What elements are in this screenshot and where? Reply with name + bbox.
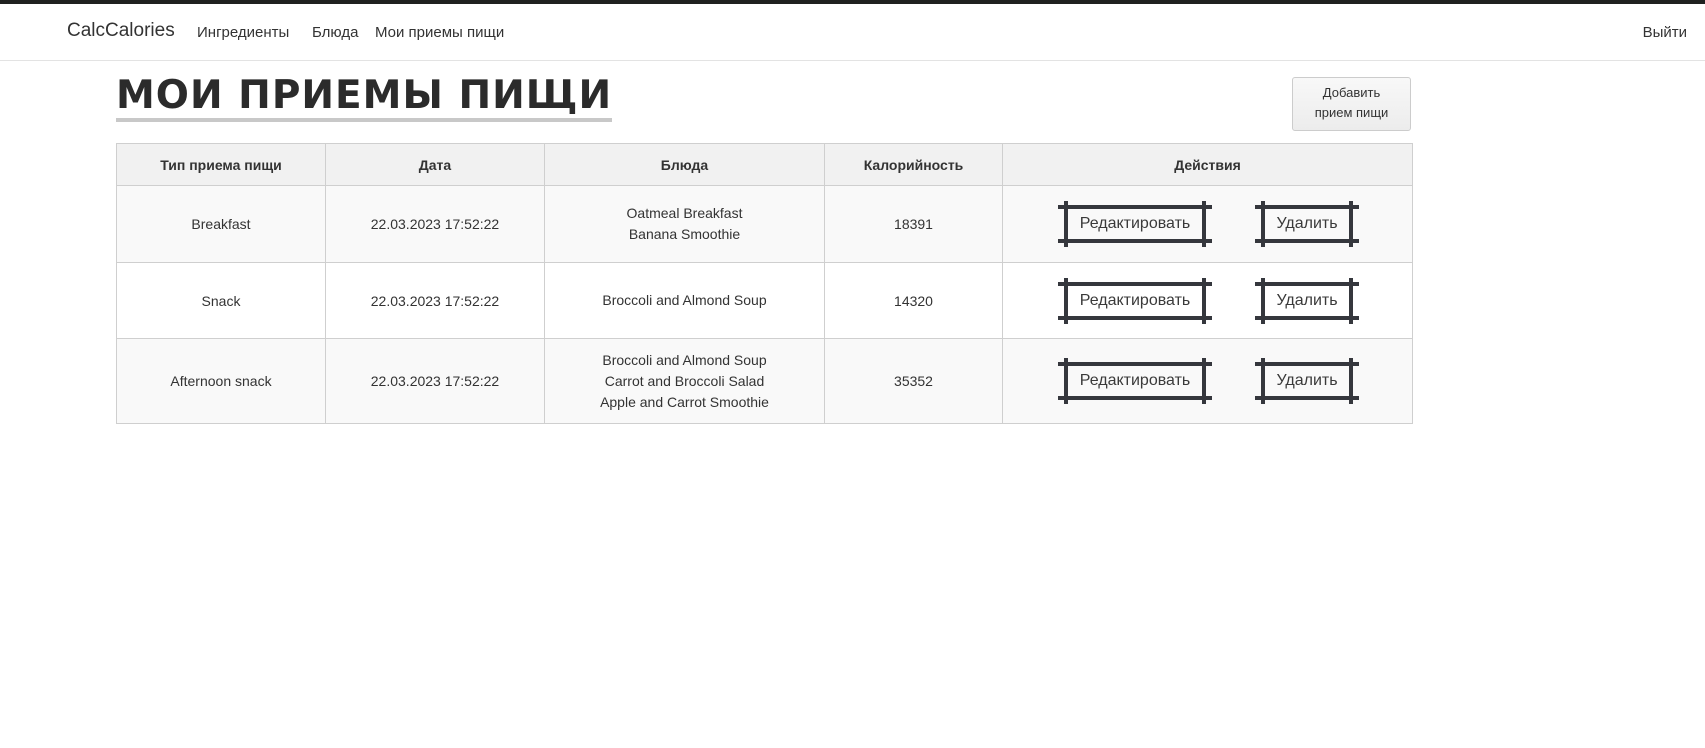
- cell-calories: 14320: [824, 262, 1003, 339]
- meals-table: Тип приема пищи Дата Блюда Калорийность …: [116, 143, 1413, 424]
- edit-button[interactable]: Редактировать: [1058, 358, 1212, 404]
- nav-link-my-meals[interactable]: Мои приемы пищи: [375, 24, 504, 41]
- cell-actions: Редактировать Удалить: [1002, 262, 1413, 339]
- header-actions: Действия: [1002, 143, 1413, 186]
- add-meal-button[interactable]: Добавить прием пищи: [1292, 77, 1411, 131]
- cell-calories: 35352: [824, 338, 1003, 424]
- dish-item: Apple and Carrot Smoothie: [600, 393, 769, 410]
- table-row: Afternoon snack 22.03.2023 17:52:22 Broc…: [116, 338, 1413, 424]
- add-meal-button-label-line1: Добавить: [1322, 85, 1381, 100]
- header-dishes: Блюда: [544, 143, 825, 186]
- table-row: Snack 22.03.2023 17:52:22 Broccoli and A…: [116, 262, 1413, 339]
- delete-button[interactable]: Удалить: [1255, 201, 1359, 247]
- page-title: МОИ ПРИЕМЫ ПИЩИ: [116, 74, 613, 122]
- cell-date: 22.03.2023 17:52:22: [325, 185, 545, 263]
- actions-group: Редактировать Удалить: [1003, 186, 1412, 262]
- cell-calories: 18391: [824, 185, 1003, 263]
- header-date: Дата: [325, 143, 545, 186]
- cell-dishes: Broccoli and Almond Soup: [544, 262, 825, 339]
- header-meal-type: Тип приема пищи: [116, 143, 326, 186]
- cell-meal-type: Snack: [116, 262, 326, 339]
- edit-button[interactable]: Редактировать: [1058, 277, 1212, 324]
- cell-dishes: Oatmeal Breakfast Banana Smoothie: [544, 185, 825, 263]
- cell-actions: Редактировать Удалить: [1002, 185, 1413, 263]
- delete-button-label: Удалить: [1276, 291, 1338, 309]
- delete-button[interactable]: Удалить: [1255, 277, 1359, 324]
- dish-item: Broccoli and Almond Soup: [602, 292, 767, 308]
- dish-item: Oatmeal Breakfast: [626, 205, 743, 221]
- edit-button[interactable]: Редактировать: [1058, 201, 1212, 247]
- table-header-row: Тип приема пищи Дата Блюда Калорийность …: [116, 143, 1413, 186]
- table-row: Breakfast 22.03.2023 17:52:22 Oatmeal Br…: [116, 185, 1413, 263]
- dish-item: Carrot and Broccoli Salad: [604, 372, 765, 389]
- delete-button[interactable]: Удалить: [1255, 358, 1359, 404]
- edit-button-label: Редактировать: [1079, 372, 1191, 389]
- logout-link[interactable]: Выйти: [1643, 24, 1687, 41]
- cell-date: 22.03.2023 17:52:22: [325, 338, 545, 424]
- cell-meal-type: Breakfast: [116, 185, 326, 263]
- nav-link-ingredients[interactable]: Ингредиенты: [197, 24, 289, 41]
- add-meal-button-label-line2: прием пищи: [1314, 105, 1389, 120]
- edit-button-label: Редактировать: [1079, 215, 1191, 232]
- header-calories: Калорийность: [824, 143, 1003, 186]
- cell-dishes: Broccoli and Almond Soup Carrot and Broc…: [544, 338, 825, 424]
- delete-button-label: Удалить: [1276, 372, 1338, 389]
- actions-group: Редактировать Удалить: [1003, 263, 1412, 338]
- brand-link[interactable]: CalcCalories: [67, 20, 175, 42]
- cell-meal-type: Afternoon snack: [116, 338, 326, 424]
- cell-actions: Редактировать Удалить: [1002, 338, 1413, 424]
- dish-item: Broccoli and Almond Soup: [602, 351, 767, 368]
- delete-button-label: Удалить: [1276, 215, 1338, 232]
- dish-item: Banana Smoothie: [628, 226, 741, 242]
- actions-group: Редактировать Удалить: [1003, 339, 1412, 423]
- navbar: CalcCalories Ингредиенты Блюда Мои прием…: [0, 4, 1705, 61]
- edit-button-label: Редактировать: [1079, 291, 1191, 309]
- cell-date: 22.03.2023 17:52:22: [325, 262, 545, 339]
- nav-link-dishes[interactable]: Блюда: [312, 24, 358, 41]
